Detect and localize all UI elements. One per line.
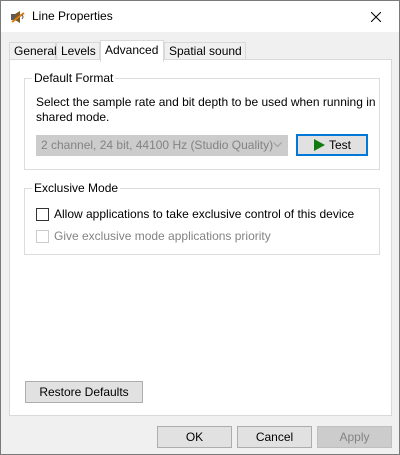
test-button[interactable]: Test <box>296 134 368 156</box>
tab-levels[interactable]: Levels <box>56 42 100 60</box>
tab-general[interactable]: General <box>9 42 57 60</box>
title-bar: Line Properties <box>1 1 399 32</box>
ok-button[interactable]: OK <box>157 426 232 448</box>
exclusive-priority-checkbox[interactable]: Give exclusive mode applications priorit… <box>36 228 271 244</box>
speaker-icon <box>11 11 25 23</box>
checkbox-box[interactable] <box>36 229 49 243</box>
restore-defaults-button[interactable]: Restore Defaults <box>25 381 143 403</box>
default-format-description: Select the sample rate and bit depth to … <box>36 95 376 124</box>
exclusive-mode-legend: Exclusive Mode <box>32 181 121 195</box>
allow-exclusive-control-label: Allow applications to take exclusive con… <box>54 207 355 221</box>
window-title: Line Properties <box>32 9 113 23</box>
play-icon <box>313 139 325 151</box>
default-format-legend: Default Format <box>32 71 116 85</box>
checkbox-box[interactable] <box>36 207 49 221</box>
exclusive-priority-label: Give exclusive mode applications priorit… <box>54 229 271 243</box>
close-button[interactable] <box>353 1 399 32</box>
apply-button[interactable]: Apply <box>317 426 392 448</box>
tab-spatial-sound[interactable]: Spatial sound <box>164 42 246 60</box>
advanced-tab-panel: Default Format Select the sample rate an… <box>9 59 392 416</box>
sample-rate-value: 2 channel, 24 bit, 44100 Hz (Studio Qual… <box>41 138 274 152</box>
allow-exclusive-control-checkbox[interactable]: Allow applications to take exclusive con… <box>36 206 354 222</box>
close-icon <box>371 11 381 22</box>
sample-rate-select[interactable]: 2 channel, 24 bit, 44100 Hz (Studio Qual… <box>36 135 288 156</box>
line-properties-dialog: Line Properties General Levels Advanced … <box>0 0 400 455</box>
test-button-label: Test <box>328 138 351 152</box>
chevron-down-icon <box>273 142 282 148</box>
cancel-button[interactable]: Cancel <box>237 426 312 448</box>
tab-advanced[interactable]: Advanced <box>100 40 164 62</box>
